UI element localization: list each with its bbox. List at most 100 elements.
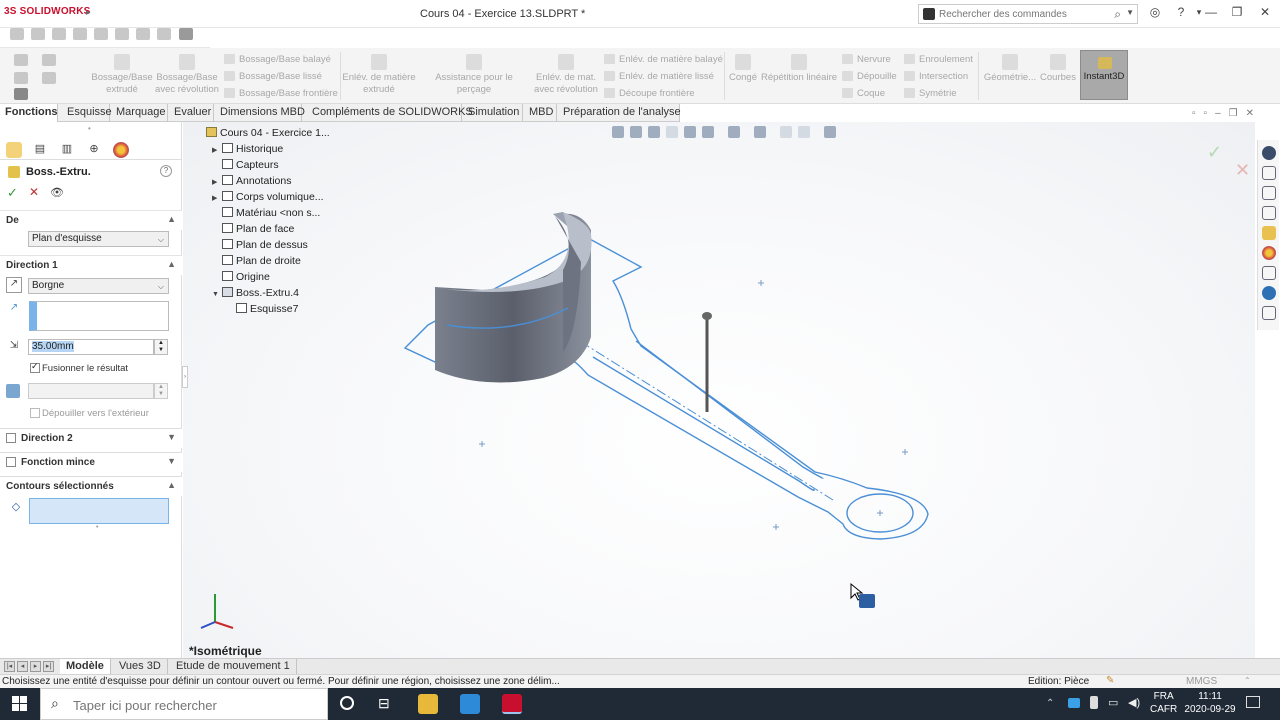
mirror-button[interactable]: Symétrie <box>904 88 956 99</box>
ok-check-icon[interactable]: ✓ <box>7 185 18 201</box>
swept-boss-button[interactable]: Bossage/Base balayé <box>224 54 331 65</box>
extruded-part[interactable] <box>435 212 592 383</box>
section-from[interactable]: De ▲ <box>0 210 182 230</box>
chevron-down-icon[interactable]: ⌵ <box>158 233 164 247</box>
zoom-area-icon[interactable] <box>630 126 642 138</box>
depth-input[interactable]: 35.00mm <box>28 339 154 355</box>
new-document-icon[interactable] <box>31 28 46 41</box>
show-hidden-icons[interactable]: ⌃ <box>1046 698 1054 709</box>
wrap-button[interactable]: Enroulement <box>904 54 973 65</box>
custom-properties-icon[interactable] <box>1262 266 1276 280</box>
panel-grip-icon[interactable]: • <box>88 124 91 133</box>
chevron-up-icon[interactable]: ▲ <box>167 214 176 224</box>
rebuild-icon[interactable] <box>157 28 172 41</box>
tree-item[interactable]: Origine <box>212 271 270 283</box>
display-manager-tab-icon[interactable] <box>113 142 129 158</box>
solidworks-resources-icon[interactable] <box>1262 146 1276 160</box>
tree-item[interactable]: Capteurs <box>212 159 279 171</box>
tab-mbd-dimensions[interactable]: Dimensions MBD <box>215 104 305 122</box>
last-tab-icon[interactable]: ▸| <box>43 661 54 672</box>
section-selected-contours[interactable]: Contours sélectionnés ▲ <box>0 476 182 496</box>
previous-view-icon[interactable] <box>648 126 660 138</box>
section-direction2[interactable]: Direction 2 ▼ <box>0 428 182 448</box>
new-icon[interactable] <box>42 54 56 66</box>
edit-appearance-icon[interactable] <box>780 126 792 138</box>
draft-on-off-icon[interactable] <box>6 384 20 398</box>
tree-item[interactable]: Plan de droite <box>212 255 301 267</box>
curves-button[interactable]: Courbes <box>1038 54 1078 84</box>
next-tab-icon[interactable]: ▸ <box>30 661 41 672</box>
chevron-down-icon[interactable]: ▼ <box>167 432 176 442</box>
chevron-down-icon[interactable]: ▼ <box>1126 8 1134 17</box>
revolved-cut-button[interactable]: Enlév. de mat. avec révolution <box>532 54 600 96</box>
cancel-x-icon[interactable]: ✕ <box>1235 160 1250 181</box>
tree-item[interactable]: Plan de face <box>212 223 294 235</box>
home-icon[interactable] <box>10 28 24 41</box>
fillet-button[interactable]: Congé <box>726 54 760 84</box>
collaboration-icon[interactable] <box>1262 306 1276 320</box>
close-button[interactable]: ✕ <box>1256 5 1274 19</box>
draft-button[interactable]: Dépouille <box>842 71 897 82</box>
depth-handle[interactable] <box>702 312 712 320</box>
onedrive-icon[interactable] <box>1068 698 1080 708</box>
windows-start-icon[interactable] <box>12 696 28 712</box>
chevron-up-icon[interactable]: ▲ <box>167 259 176 269</box>
view-settings-icon[interactable] <box>824 126 836 138</box>
minimize-button[interactable]: — <box>1202 5 1220 19</box>
zoom-to-fit-icon[interactable] <box>612 126 624 138</box>
print-icon[interactable] <box>94 28 109 41</box>
tab-features[interactable]: Fonctions <box>0 104 58 122</box>
cortana-icon[interactable] <box>340 696 354 710</box>
command-search[interactable]: ⌕ ▼ <box>918 4 1138 24</box>
apply-scene-icon[interactable] <box>798 126 810 138</box>
confirm-check-icon[interactable]: ✓ <box>1207 142 1222 163</box>
instant3d-button[interactable]: Instant3D <box>1080 50 1128 100</box>
help-icon[interactable]: ? <box>1172 5 1190 19</box>
forum-icon[interactable] <box>1262 286 1276 300</box>
open-file-icon[interactable] <box>14 72 28 84</box>
from-select[interactable]: Plan d'esquisse ⌵ <box>28 231 169 247</box>
configuration-manager-tab-icon[interactable]: ▥ <box>59 142 75 158</box>
options-icon[interactable] <box>178 28 193 41</box>
reference-geometry-button[interactable]: Géométrie... <box>982 54 1038 84</box>
depth-spinner[interactable]: ▲ ▼ <box>154 339 168 355</box>
first-tab-icon[interactable]: |◂ <box>4 661 15 672</box>
taskbar-search[interactable]: ⌕ <box>40 688 328 720</box>
gear-icon[interactable] <box>14 88 28 100</box>
network-icon[interactable]: ▭ <box>1108 696 1118 709</box>
tab-simulation[interactable]: Simulation <box>463 104 523 122</box>
tree-item[interactable]: ▼ Boss.-Extru.4 <box>212 287 299 299</box>
tree-item[interactable]: ▶ Historique <box>212 143 283 155</box>
save-icon[interactable] <box>73 28 88 41</box>
tab-addins[interactable]: Compléments de SOLIDWORKS <box>307 104 473 122</box>
view-palette-icon[interactable] <box>1262 226 1276 240</box>
boundary-cut-button[interactable]: Découpe frontière <box>604 88 695 99</box>
linear-pattern-button[interactable]: Répétition linéaire <box>760 54 838 84</box>
lofted-cut-button[interactable]: Enlév. de matière lissé <box>604 71 714 82</box>
tree-item[interactable]: ▶ Annotations <box>212 175 291 187</box>
tab-motion-study[interactable]: Etude de mouvement 1 <box>170 659 297 674</box>
taskbar-app-icon[interactable] <box>460 694 480 714</box>
direction-selection-box[interactable] <box>29 301 169 331</box>
shell-button[interactable]: Coque <box>842 88 885 99</box>
user-icon[interactable]: ◎ <box>1146 5 1164 19</box>
unit-system[interactable]: MMGS <box>1186 676 1217 687</box>
draft-outward-checkbox[interactable] <box>30 408 40 418</box>
command-search-input[interactable] <box>939 6 1109 22</box>
tab-3d-views[interactable]: Vues 3D <box>113 659 168 674</box>
home-icon[interactable] <box>1262 166 1276 180</box>
extruded-boss-button[interactable]: Bossage/Base extrudé <box>88 54 156 96</box>
contours-selection-box[interactable] <box>29 498 169 524</box>
boundary-boss-button[interactable]: Bossage/Base frontière <box>224 88 338 99</box>
tab-mbd[interactable]: MBD <box>524 104 557 122</box>
tree-item[interactable]: Plan de dessus <box>212 239 308 251</box>
expand-toggle-icon[interactable]: ▶ <box>212 194 222 202</box>
section-direction1[interactable]: Direction 1 ▲ <box>0 255 182 275</box>
chevron-up-icon[interactable]: ▲ <box>167 480 176 490</box>
dimxpert-tab-icon[interactable]: ⊕ <box>86 142 102 158</box>
tree-item[interactable]: Esquisse7 <box>226 303 298 315</box>
chevron-right-icon[interactable]: ▸ <box>86 7 91 18</box>
section-view-icon[interactable] <box>666 126 678 138</box>
open-icon[interactable] <box>52 28 67 41</box>
volume-icon[interactable]: ◀) <box>1128 696 1140 709</box>
